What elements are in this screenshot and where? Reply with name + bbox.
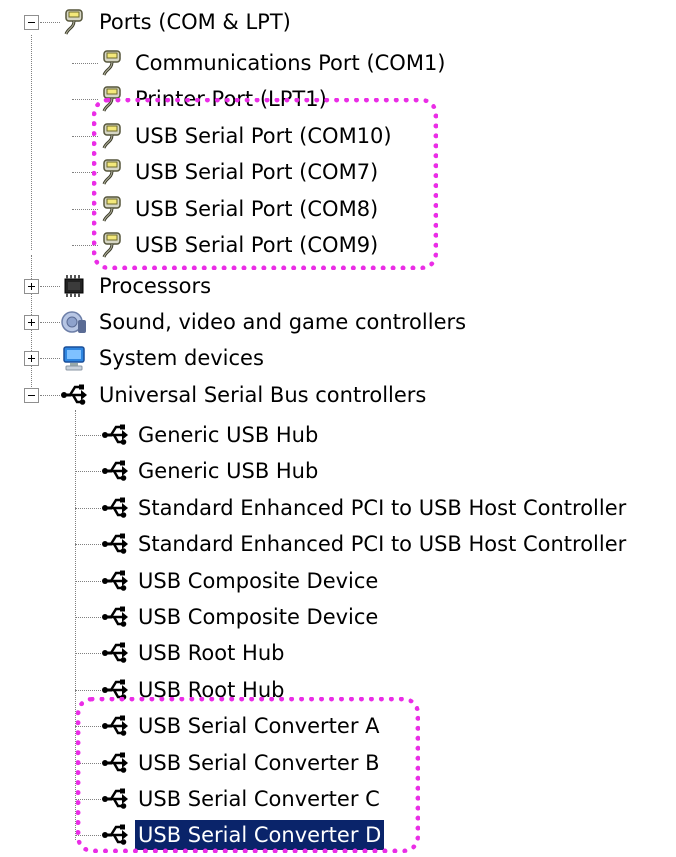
- tree-branch: [40, 286, 60, 287]
- tree-item-label: Universal Serial Bus controllers: [99, 383, 427, 407]
- tree-branch: [75, 689, 101, 691]
- tree-branch: [72, 99, 98, 101]
- usb-icon: [101, 568, 129, 592]
- tree-item-label: Standard Enhanced PCI to USB Host Contro…: [138, 495, 627, 520]
- usb-icon: [101, 459, 129, 483]
- usb-icon: [101, 641, 129, 665]
- tree-item-label: USB Root Hub: [138, 641, 285, 666]
- tree-branch: [75, 653, 101, 655]
- tree-branch: [75, 544, 101, 546]
- usb-serial-converters-highlight: [76, 697, 420, 853]
- tree-item-label: Processors: [99, 274, 212, 298]
- tree-item-label: Generic USB Hub: [138, 423, 319, 447]
- expand-toggle-processors[interactable]: [24, 279, 39, 294]
- tree-branch: [75, 580, 101, 582]
- tree-item-label: USB Composite Device: [138, 568, 379, 593]
- tree-branch: [75, 617, 101, 618]
- expand-toggle-system[interactable]: [24, 351, 39, 366]
- tree-branch: [40, 358, 60, 359]
- tree-item-label: Ports (COM & LPT): [99, 10, 291, 34]
- port-connector-icon: [102, 49, 122, 77]
- usb-serial-ports-highlight: [92, 98, 438, 270]
- speaker-icon: [61, 311, 87, 334]
- tree-item-label: USB Composite Device: [138, 605, 379, 629]
- usb-icon: [101, 423, 129, 447]
- tree-item-label: Sound, video and game controllers: [99, 310, 467, 334]
- tree-item-label: Communications Port (COM1): [135, 51, 446, 75]
- tree-line-ports: [31, 35, 32, 250]
- usb-icon: [101, 605, 129, 629]
- computer-icon: [63, 346, 85, 371]
- tree-item-label: Generic USB Hub: [138, 459, 319, 484]
- tree-branch: [72, 63, 98, 64]
- usb-icon: [101, 495, 129, 520]
- usb-icon: [101, 532, 129, 556]
- tree-branch: [40, 322, 60, 323]
- expand-toggle-sound[interactable]: [24, 315, 39, 330]
- tree-branch: [75, 507, 101, 509]
- tree-branch: [75, 471, 101, 473]
- device-manager-tree: Ports (COM & LPT) Communications Port (C…: [0, 0, 676, 857]
- usb-icon: [60, 383, 88, 407]
- collapse-toggle-ports[interactable]: [24, 15, 39, 30]
- tree-branch: [40, 22, 60, 23]
- port-connector-icon: [64, 8, 84, 36]
- processor-chip-icon: [64, 274, 84, 298]
- tree-branch: [75, 435, 101, 436]
- collapse-toggle-usb[interactable]: [24, 388, 39, 403]
- tree-branch: [40, 395, 60, 396]
- tree-item-label: Standard Enhanced PCI to USB Host Contro…: [138, 532, 627, 557]
- tree-item-label: System devices: [99, 346, 264, 370]
